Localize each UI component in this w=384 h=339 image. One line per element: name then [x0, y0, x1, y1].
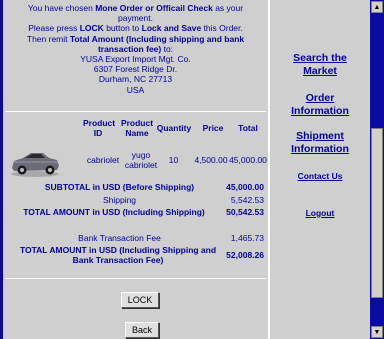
cell-price: 4,500.00	[194, 155, 228, 165]
header-price: Price	[202, 123, 224, 133]
sidebar-nav: Search the Market Order Information Shipme…	[270, 0, 370, 339]
cell-product-id: cabriolet	[86, 155, 120, 165]
order-confirmation-panel: You have chosen Mone Order or Officail C…	[3, 0, 268, 339]
payment-notice: You have chosen Mone Order or Officail C…	[3, 3, 268, 95]
cell-total: 45,000.00	[229, 155, 267, 165]
cell-product-name: yugo cabriolet	[124, 150, 158, 170]
back-button[interactable]: Back	[125, 322, 159, 338]
vertical-scrollbar[interactable]: ▲ ▼	[370, 0, 384, 339]
address-line: USA	[126, 84, 145, 95]
scroll-up-arrow-icon[interactable]: ▲	[371, 1, 383, 13]
nav-order-information[interactable]: Order Information	[270, 92, 370, 118]
nav-logout[interactable]: Logout	[270, 207, 370, 220]
divider	[5, 278, 266, 279]
header-quantity: Quantity	[156, 123, 192, 133]
nav-contact-us[interactable]: Contact Us	[270, 170, 370, 183]
scroll-down-arrow-icon[interactable]: ▼	[371, 326, 383, 338]
divider	[5, 111, 266, 112]
header-total: Total	[238, 123, 258, 133]
cell-quantity: 10	[168, 155, 179, 165]
header-product-name: Product Name	[120, 118, 154, 138]
address-line: YUSA Export Import Mgt. Co.	[80, 54, 191, 65]
scroll-thumb[interactable]	[371, 128, 383, 298]
lock-button[interactable]: LOCK	[121, 292, 159, 308]
address-line: 6307 Forest Ridge Dr.	[93, 64, 178, 75]
header-product-id: Product ID	[83, 118, 116, 138]
nav-search-market[interactable]: Search the Market	[270, 52, 370, 78]
car-image	[9, 143, 61, 179]
address-line: Durham, NC 27713	[98, 74, 173, 85]
nav-shipment-information[interactable]: Shipment Information	[270, 130, 370, 156]
